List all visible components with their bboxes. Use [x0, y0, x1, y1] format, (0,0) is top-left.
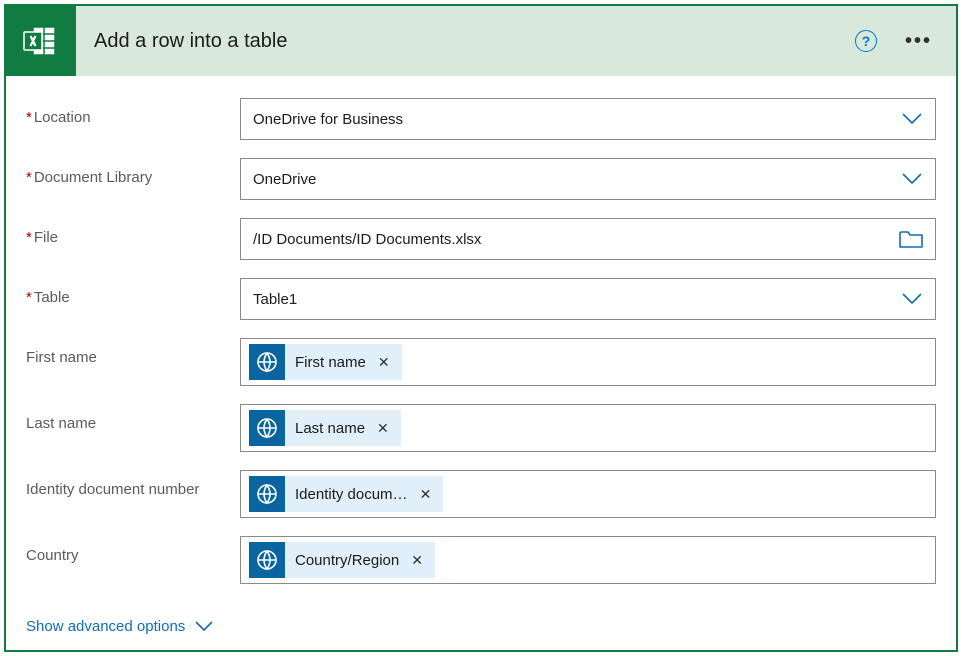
table-value: Table1 [253, 291, 901, 308]
row-table: *Table Table1 [26, 278, 936, 320]
action-card: Add a row into a table ? ••• *Location O… [4, 4, 958, 652]
dynamic-token[interactable]: Last name ✕ [249, 410, 401, 446]
card-body: *Location OneDrive for Business *Documen… [6, 76, 956, 655]
id-number-input[interactable]: Identity docum… ✕ [240, 470, 936, 518]
label-first-name: First name [26, 338, 240, 368]
country-input[interactable]: Country/Region ✕ [240, 536, 936, 584]
chevron-down-icon [901, 168, 923, 190]
file-value: /ID Documents/ID Documents.xlsx [253, 231, 899, 248]
label-file: *File [26, 218, 240, 248]
row-last-name: Last name Last name ✕ [26, 404, 936, 452]
dynamic-token[interactable]: Identity docum… ✕ [249, 476, 443, 512]
library-value: OneDrive [253, 171, 901, 188]
row-country: Country Country/Region ✕ [26, 536, 936, 584]
table-dropdown[interactable]: Table1 [240, 278, 936, 320]
last-name-input[interactable]: Last name ✕ [240, 404, 936, 452]
overflow-menu-icon[interactable]: ••• [905, 30, 940, 53]
ai-builder-icon [249, 344, 285, 380]
show-advanced-options[interactable]: Show advanced options [26, 618, 213, 635]
row-id-number: Identity document number Identity docum…… [26, 470, 936, 518]
remove-token-icon[interactable]: ✕ [409, 552, 425, 569]
folder-icon[interactable] [899, 230, 923, 248]
label-id-number: Identity document number [26, 470, 240, 500]
chevron-down-icon [901, 108, 923, 130]
remove-token-icon[interactable]: ✕ [418, 486, 434, 503]
excel-icon [6, 6, 76, 76]
dynamic-token[interactable]: Country/Region ✕ [249, 542, 435, 578]
ai-builder-icon [249, 542, 285, 578]
dynamic-token[interactable]: First name ✕ [249, 344, 402, 380]
card-header: Add a row into a table ? ••• [6, 6, 956, 76]
label-country: Country [26, 536, 240, 566]
chevron-down-icon [901, 288, 923, 310]
location-value: OneDrive for Business [253, 111, 901, 128]
ai-builder-icon [249, 410, 285, 446]
file-picker[interactable]: /ID Documents/ID Documents.xlsx [240, 218, 936, 260]
label-table: *Table [26, 278, 240, 308]
help-icon[interactable]: ? [855, 30, 877, 52]
row-first-name: First name First name ✕ [26, 338, 936, 386]
header-actions: ? ••• [855, 30, 940, 53]
first-name-input[interactable]: First name ✕ [240, 338, 936, 386]
label-last-name: Last name [26, 404, 240, 434]
card-title: Add a row into a table [94, 30, 855, 53]
label-library: *Document Library [26, 158, 240, 188]
chevron-down-icon [195, 621, 213, 632]
remove-token-icon[interactable]: ✕ [376, 354, 392, 371]
row-library: *Document Library OneDrive [26, 158, 936, 200]
label-location: *Location [26, 98, 240, 128]
ai-builder-icon [249, 476, 285, 512]
row-location: *Location OneDrive for Business [26, 98, 936, 140]
location-dropdown[interactable]: OneDrive for Business [240, 98, 936, 140]
row-file: *File /ID Documents/ID Documents.xlsx [26, 218, 936, 260]
remove-token-icon[interactable]: ✕ [375, 420, 391, 437]
library-dropdown[interactable]: OneDrive [240, 158, 936, 200]
